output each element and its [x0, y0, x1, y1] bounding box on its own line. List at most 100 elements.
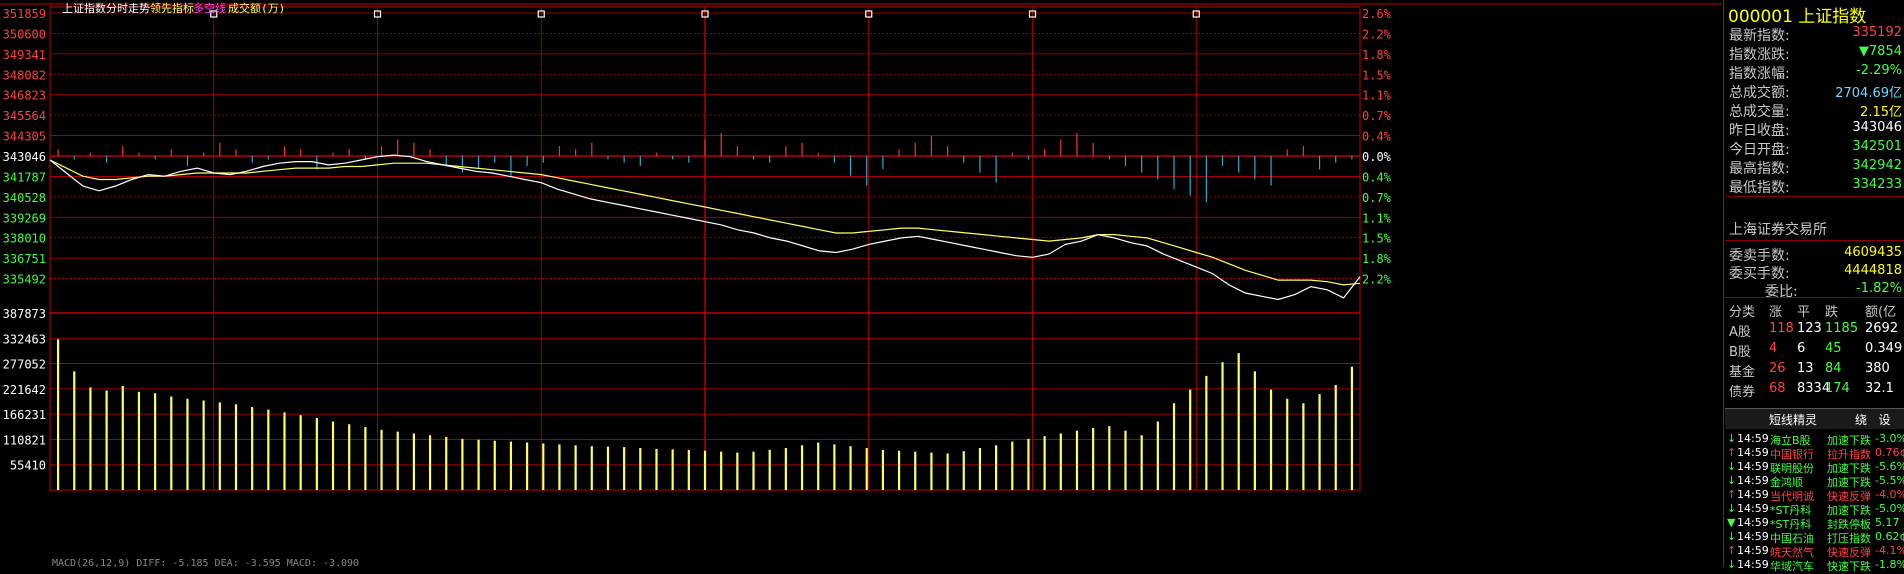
breadth-cell: 平 — [1797, 305, 1811, 320]
alert-time: 14:59 — [1737, 488, 1769, 501]
breadth-cell: 84 — [1825, 361, 1842, 376]
alert-stock: 华域汽车 — [1770, 560, 1814, 573]
alert-bar[interactable]: 短线精灵 绕 设 — [1725, 408, 1904, 429]
volume-tick-label: 110821 — [3, 433, 46, 447]
indicator-lead-label: 领先指标 — [150, 1, 194, 15]
price-tick-label: 341787 — [3, 170, 46, 184]
price-tick-label: 343046 — [3, 150, 46, 164]
commission-value: -1.82% — [1856, 281, 1902, 296]
breadth-cell: 123 — [1797, 321, 1822, 336]
breadth-row: A股 118 123 1185 2692 — [1725, 319, 1904, 340]
price-tick-label: 340528 — [3, 191, 46, 205]
alert-value: 0.62¢ — [1875, 530, 1904, 543]
volume-tick-label: 387873 — [3, 307, 46, 321]
alert-arrow-icon: ↑ — [1727, 488, 1737, 501]
alert-value: -4.0% — [1875, 488, 1904, 501]
commission-value: 4609435 — [1844, 245, 1902, 260]
volume-tick-label: 55410 — [10, 459, 46, 473]
breadth-cell: 分类 — [1729, 305, 1756, 320]
panel-separator — [1723, 0, 1724, 567]
alert-arrow-icon: ▼ — [1727, 516, 1736, 529]
breadth-cell: 118 — [1769, 321, 1794, 336]
breadth-cell: 0.349 — [1865, 341, 1903, 356]
alert-arrow-icon: ↑ — [1727, 446, 1737, 459]
alert-title[interactable]: 短线精灵 — [1769, 411, 1817, 428]
macd-label: MACD(26,12,9) DIFF: -5.185 DEA: -3.595 M… — [52, 558, 359, 567]
pct-tick-label: 0.0% — [1362, 150, 1392, 164]
pct-tick-label: 2.6% — [1362, 7, 1392, 21]
quote-value: 342501 — [1852, 139, 1902, 154]
breadth-cell: 380 — [1865, 361, 1890, 376]
intraday-chart[interactable]: 351859 2.6% 350600 2.2% 349341 1.8% 348082 1.5%… — [0, 0, 1722, 567]
alert-value: -5.6% — [1875, 460, 1904, 473]
quote-value: 335192 — [1852, 25, 1902, 40]
price-tick-label: 351859 — [3, 7, 46, 21]
alert-time: 14:59 — [1737, 544, 1769, 557]
alert-type: 快速下跌 — [1827, 560, 1871, 573]
pct-tick-label: 0.4% — [1362, 170, 1392, 184]
breadth-cell: 13 — [1797, 361, 1814, 376]
pct-tick-label: 0.7% — [1362, 109, 1392, 123]
pct-tick-label: 2.2% — [1362, 273, 1392, 287]
scroll-button[interactable]: 绕 — [1855, 413, 1867, 427]
alert-time: 14:59 — [1737, 460, 1769, 473]
pct-tick-label: 1.1% — [1362, 211, 1392, 225]
price-tick-label: 346823 — [3, 89, 46, 103]
quote-value: 334233 — [1852, 177, 1902, 192]
quote-value: 342942 — [1852, 158, 1902, 173]
exchange-label: 上海证券交易所 — [1729, 222, 1827, 238]
breadth-cell: 跌 — [1825, 305, 1839, 320]
price-tick-label: 349341 — [3, 48, 46, 62]
pct-tick-label: 0.4% — [1362, 130, 1392, 144]
settings-button[interactable]: 设 — [1878, 413, 1890, 427]
price-tick-label: 338010 — [3, 232, 46, 246]
quote-value: ▼7854 — [1858, 44, 1902, 59]
volume-tick-label: 221642 — [3, 383, 46, 397]
alert-arrow-icon: ↓ — [1727, 432, 1737, 445]
breadth-cell: 26 — [1769, 361, 1786, 376]
breadth-cell: 基金 — [1729, 365, 1756, 380]
price-tick-label: 345564 — [3, 109, 46, 123]
breadth-row: B股 4 6 45 0.349 — [1725, 339, 1904, 360]
alert-time: 14:59 — [1737, 446, 1769, 459]
alert-arrow-icon: ↓ — [1727, 558, 1737, 571]
pct-tick-label: 0.7% — [1362, 191, 1392, 205]
pct-tick-label: 1.5% — [1362, 232, 1392, 246]
quote-panel: 000001 上证指数 最新指数: 335192 指数涨跌: ▼7854 指数涨幅: -2… — [1725, 0, 1904, 573]
alert-value: -5.0% — [1875, 502, 1904, 515]
breadth-cell: 涨 — [1769, 305, 1783, 320]
alert-time: 14:59 — [1737, 502, 1769, 515]
commission-value: 4444818 — [1844, 263, 1902, 278]
price-tick-label: 339269 — [3, 211, 46, 225]
breadth-cell: 45 — [1825, 341, 1842, 356]
breadth-row: 债券 68 8334 174 32.1 — [1725, 379, 1904, 400]
breadth-cell: 额(亿 — [1865, 305, 1897, 320]
alert-value: 0.76¢ — [1875, 446, 1904, 459]
indicator-amount-label: 成交额(万) — [228, 1, 285, 15]
alert-time: 14:59 — [1737, 432, 1769, 445]
alert-time: 14:59 — [1737, 530, 1769, 543]
alert-time: 14:59 — [1737, 474, 1769, 487]
alert-value: -5.5% — [1875, 474, 1904, 487]
breadth-cell: 1185 — [1825, 321, 1859, 336]
chart-title: 上证指数分时走势 — [62, 1, 150, 15]
divider — [1725, 240, 1904, 241]
pct-tick-label: 1.8% — [1362, 252, 1392, 266]
breadth-header: 分类涨平跌 额(亿 — [1725, 299, 1904, 320]
breadth-row: 基金 26 13 84 380 — [1725, 359, 1904, 380]
alert-arrow-icon: ↓ — [1727, 502, 1737, 515]
commission-label: 委比: — [1765, 284, 1798, 300]
alert-value: 5.17 — [1875, 516, 1900, 529]
indicator-bullbear-label: 多空线 — [193, 1, 226, 15]
breadth-cell: 4 — [1769, 341, 1778, 356]
breadth-cell: B股 — [1729, 345, 1751, 360]
alert-value: -4.1% — [1875, 544, 1904, 557]
breadth-cell: 6 — [1797, 341, 1806, 356]
pct-tick-label: 1.8% — [1362, 48, 1392, 62]
alert-arrow-icon: ↓ — [1727, 530, 1737, 543]
alert-item[interactable]: ↓ 14:59 华域汽车 快速下跌 -1.8% — [1727, 557, 1904, 573]
breadth-cell: 68 — [1769, 381, 1786, 396]
alert-time: 14:59 — [1737, 558, 1769, 571]
breadth-cell: 174 — [1825, 381, 1850, 396]
divider — [1725, 196, 1904, 197]
